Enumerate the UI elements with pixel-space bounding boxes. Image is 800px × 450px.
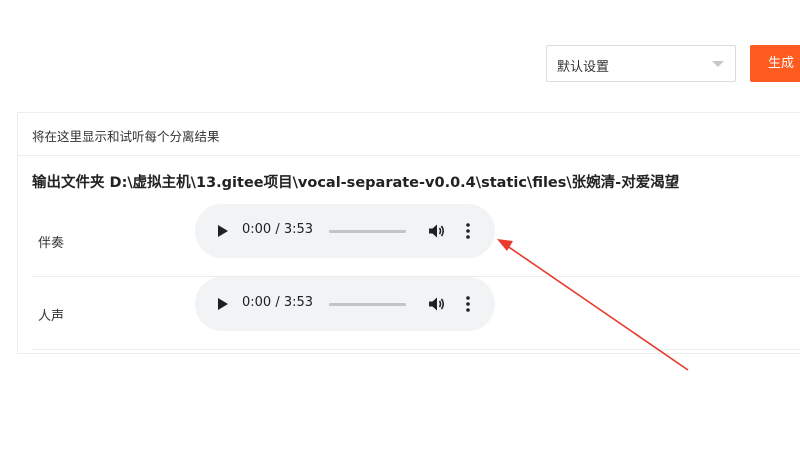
- annotation-arrow: [497, 239, 689, 371]
